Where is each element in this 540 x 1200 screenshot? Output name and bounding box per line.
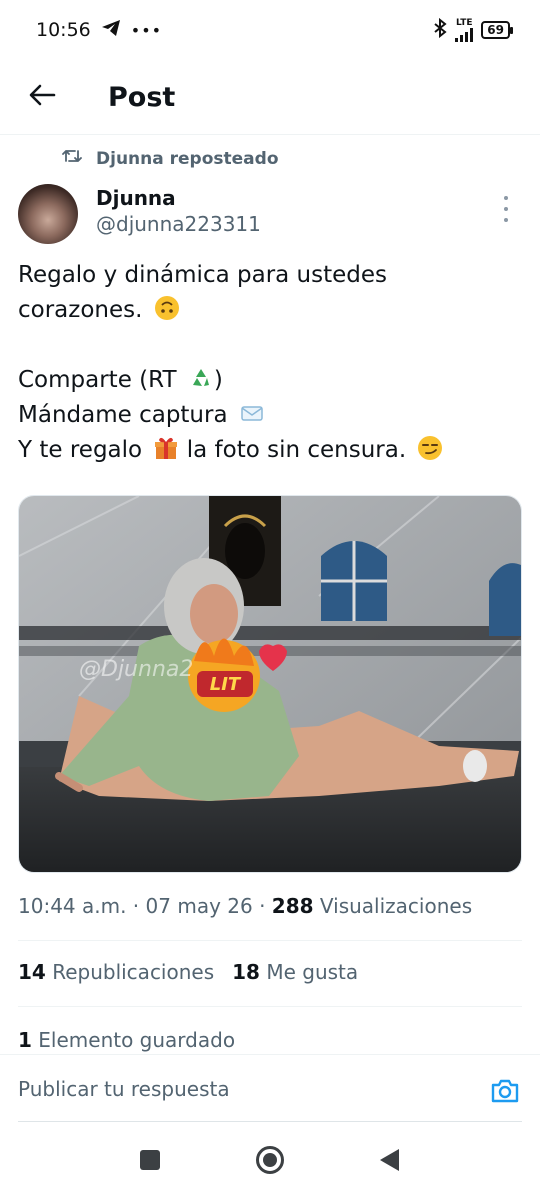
likes-count: 18 [232,960,260,984]
post-time: 10:44 a.m. [18,894,127,918]
divider [18,1006,522,1007]
image-watermark: @Djunna2 [79,657,193,682]
post-line: corazones. [18,293,518,328]
page-title: Post [108,81,176,113]
arrow-left-icon [28,83,56,111]
post-image-illustration: LIT @Djunna2 [19,496,521,872]
recents-icon [139,1149,161,1175]
reposts-stat[interactable]: 14 Republicaciones [18,960,214,984]
post-line-text: Mándame captura [18,402,228,428]
back-button[interactable] [12,67,72,127]
top-app-bar: Post [0,60,540,135]
repost-banner[interactable]: Djunna reposteado [62,148,279,169]
battery-icon: 69 [481,21,513,39]
post-line-text: Comparte (RT [18,367,177,393]
home-button[interactable] [210,1145,330,1179]
home-icon [255,1145,285,1179]
upside-down-face-emoji [154,295,180,321]
reply-bar: Publicar tu respuesta [0,1054,540,1125]
status-bar: 10:56 ••• LTE 69 [0,0,540,60]
network-label: LTE [456,17,473,28]
signal-icon: LTE [455,17,474,42]
post-line-text: Y te regalo [18,437,143,463]
sticker-text: LIT [210,674,242,695]
author-info[interactable]: Djunna @djunna223311 [96,186,261,238]
divider [18,940,522,941]
author-name: Djunna [96,186,176,210]
smirking-face-emoji [417,435,443,461]
recycle-emoji [188,365,214,391]
back-nav-button[interactable] [330,1148,450,1176]
reply-underline [18,1121,522,1122]
post-date: 07 may 26 [145,894,253,918]
post-line-text: ) [213,367,223,393]
recents-button[interactable] [90,1149,210,1175]
author-handle: @djunna223311 [96,212,261,236]
bookmarks-label: Elemento guardado [38,1028,236,1052]
bluetooth-icon [433,17,447,43]
post-line: Regalo y dinámica para ustedes [18,262,388,288]
views-count: 288 [271,894,314,918]
post-image[interactable]: LIT @Djunna2 [18,495,522,873]
post-line-text: la foto sin censura. [186,437,407,463]
views-label: Visualizaciones [319,894,473,918]
reposts-label: Republicaciones [52,960,215,984]
more-dot-icon [504,196,508,200]
gift-emoji [153,435,179,461]
bookmarks-stat[interactable]: 1 Elemento guardado [18,1028,235,1052]
bookmarks-count: 1 [18,1028,32,1052]
likes-stat[interactable]: 18 Me gusta [232,960,358,984]
back-icon [379,1148,401,1176]
post-text: Regalo y dinámica para ustedes corazones… [18,258,518,468]
more-dot-icon [504,207,508,211]
reposts-count: 14 [18,960,46,984]
likes-label: Me gusta [266,960,359,984]
post-line-text: corazones. [18,297,143,323]
telegram-icon [101,19,121,42]
system-nav-bar [0,1124,540,1200]
camera-button[interactable] [490,1077,520,1105]
post-meta: 10:44 a.m. · 07 may 26 · 288 Visualizaci… [18,894,473,918]
status-time: 10:56 [36,19,91,41]
repost-text: Djunna reposteado [96,148,279,169]
reply-input[interactable]: Publicar tu respuesta [18,1077,230,1101]
battery-level: 69 [487,23,504,37]
repost-icon [62,148,82,169]
incoming-envelope-emoji [239,400,265,426]
engagement-stats: 14 Republicaciones 18 Me gusta [18,960,358,984]
more-notifications-icon: ••• [130,20,163,40]
more-options-button[interactable] [496,196,516,222]
post-line: Comparte (RT ) [18,363,518,398]
post-line: Y te regalo la foto sin censura. [18,433,518,468]
avatar[interactable] [18,184,78,244]
camera-icon [490,1079,520,1109]
post-line: Mándame captura [18,398,518,433]
more-dot-icon [504,218,508,222]
